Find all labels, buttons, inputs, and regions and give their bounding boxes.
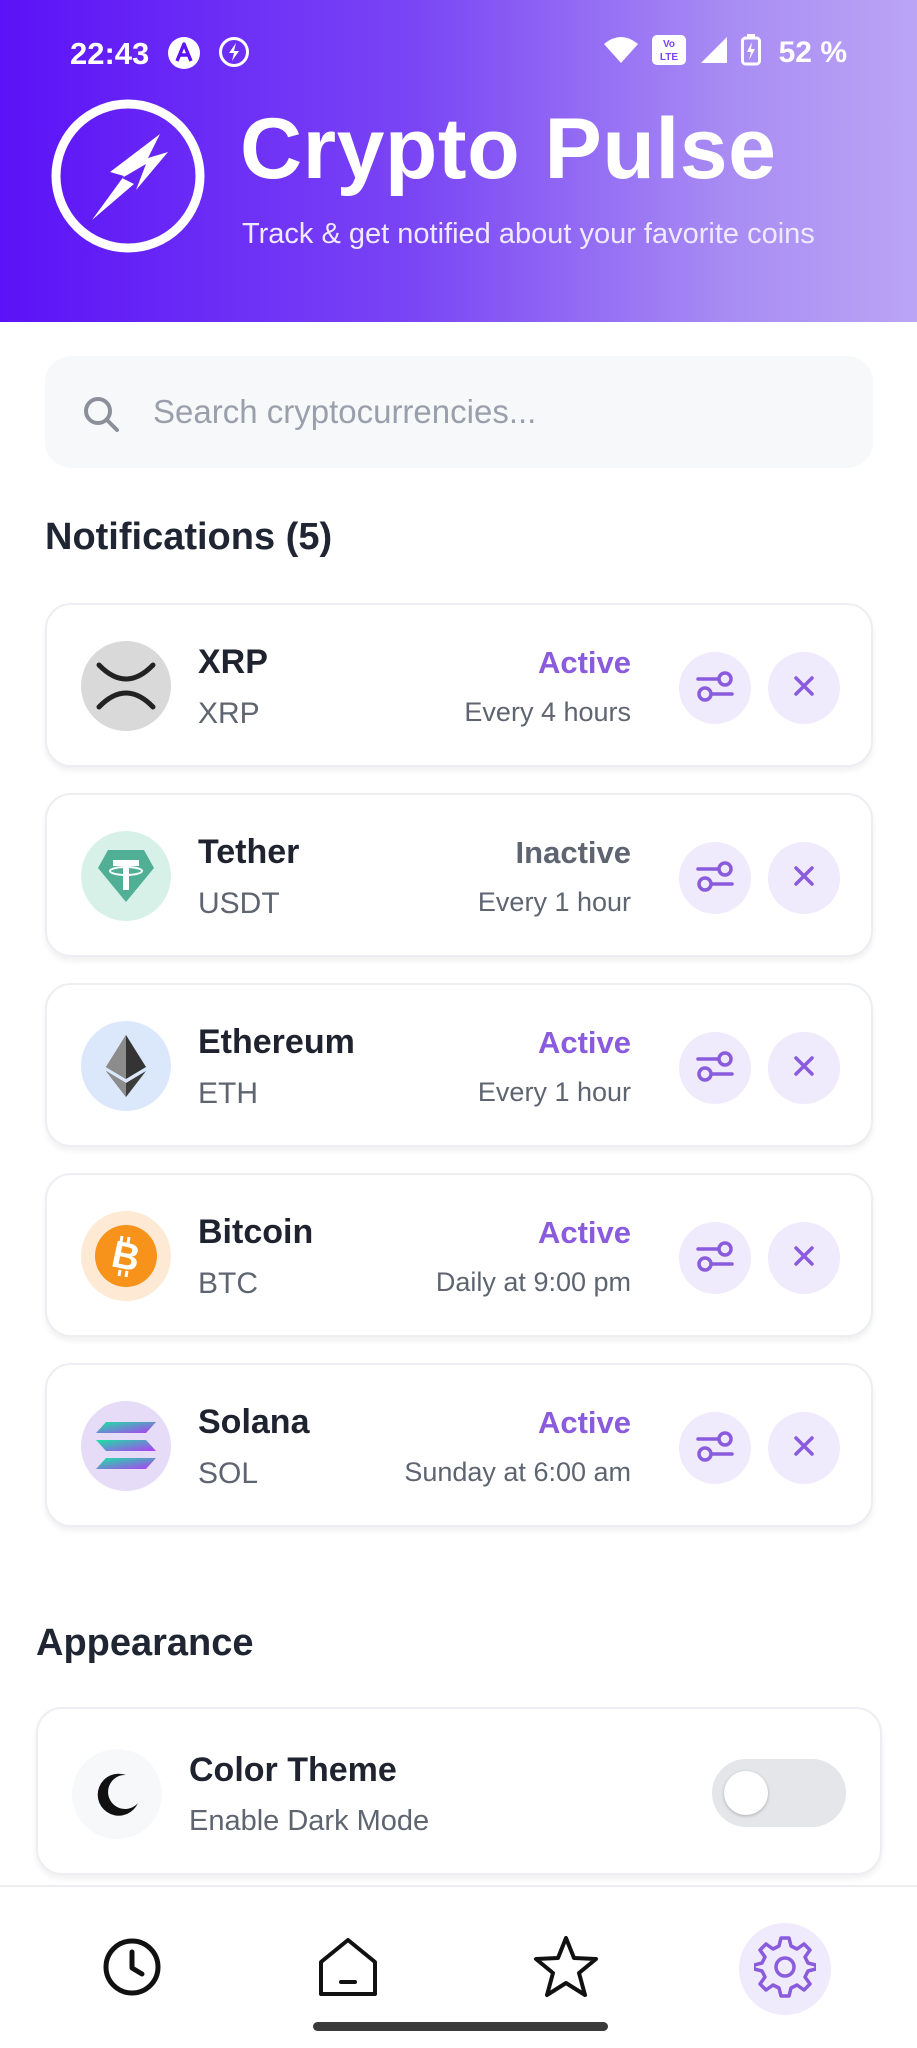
notification-frequency: Sunday at 6:00 am [404,1457,631,1487]
coin-name: Solana [198,1403,310,1441]
solana-icon [81,1401,171,1491]
nav-home[interactable] [302,1923,394,2015]
close-icon [792,674,816,703]
dark-mode-toggle[interactable] [712,1759,846,1827]
coin-symbol: ETH [198,1077,258,1110]
svg-text:LTE: LTE [660,52,678,63]
remove-notification-button[interactable] [768,1032,840,1104]
wifi-icon [603,36,639,69]
battery-percentage: 52 % [778,35,847,69]
coin-symbol: BTC [198,1267,258,1300]
notification-card-xrp[interactable]: XRP XRP Active Every 4 hours [45,603,873,767]
search-bar[interactable] [45,356,873,468]
notification-frequency: Daily at 9:00 pm [435,1267,631,1297]
bolt-notification-icon [218,36,250,73]
coin-name: Tether [198,833,300,871]
search-input[interactable] [153,356,833,468]
coin-name: XRP [198,643,268,681]
close-icon [792,1054,816,1083]
edit-notification-button[interactable] [679,842,751,914]
coin-symbol: XRP [198,697,260,730]
status-badge: Active [537,645,631,680]
close-icon [792,864,816,893]
edit-notification-button[interactable] [679,1222,751,1294]
remove-notification-button[interactable] [768,842,840,914]
sliders-icon [695,859,735,898]
remove-notification-button[interactable] [768,652,840,724]
status-bar: 22:43 Vo LTE 52 % [0,0,917,106]
app-subtitle: Track & get notified about your favorite… [242,218,815,250]
volte-icon: Vo LTE [651,34,687,71]
nav-settings[interactable] [739,1923,831,2015]
theme-title: Color Theme [189,1751,397,1789]
coin-symbol: SOL [198,1457,259,1490]
battery-icon [740,34,761,71]
notification-card-tether[interactable]: Tether USDT Inactive Every 1 hour [45,793,873,957]
theme-subtitle: Enable Dark Mode [189,1805,430,1837]
svg-text:Vo: Vo [663,39,675,50]
tether-icon [81,831,171,921]
close-icon [792,1244,816,1273]
home-indicator [313,2022,608,2031]
coin-name: Ethereum [198,1023,355,1061]
close-icon [792,1434,816,1463]
status-badge: Active [537,1025,631,1060]
home-icon [315,1934,381,2005]
sliders-icon [695,1239,735,1278]
notification-card-ethereum[interactable]: Ethereum ETH Active Every 1 hour [45,983,873,1147]
favorites-icon [532,1934,600,2005]
nav-history[interactable] [86,1923,178,2015]
sliders-icon [695,1429,735,1468]
coin-name: Bitcoin [198,1213,314,1251]
notification-frequency: Every 1 hour [477,887,631,917]
toggle-knob [724,1771,768,1815]
coin-symbol: USDT [198,887,280,920]
notifications-title: Notifications (5) [45,516,333,558]
notification-card-bitcoin[interactable]: B Bitcoin BTC Active Daily at 9:00 pm [45,1173,873,1337]
nav-favorites[interactable] [520,1923,612,2015]
ethereum-icon [81,1021,171,1111]
color-theme-card: Color Theme Enable Dark Mode [36,1707,882,1875]
bitcoin-icon: B [81,1211,171,1301]
remove-notification-button[interactable] [768,1222,840,1294]
moon-icon [72,1749,162,1839]
status-badge: Inactive [515,835,631,870]
status-time: 22:43 [70,36,150,71]
search-icon [81,394,121,439]
status-badge: Active [537,1405,631,1440]
status-badge: Active [537,1215,631,1250]
app-notification-icon [167,36,201,75]
edit-notification-button[interactable] [679,1032,751,1104]
history-icon [101,1936,163,2003]
sliders-icon [695,1049,735,1088]
xrp-icon [81,641,171,731]
signal-icon [699,35,729,70]
appearance-title: Appearance [36,1622,254,1664]
remove-notification-button[interactable] [768,1412,840,1484]
edit-notification-button[interactable] [679,1412,751,1484]
edit-notification-button[interactable] [679,652,751,724]
settings-icon [752,1935,818,2003]
notification-frequency: Every 1 hour [477,1077,631,1107]
app-title: Crypto Pulse [240,101,777,197]
sliders-icon [695,669,735,708]
notification-frequency: Every 4 hours [464,697,631,727]
app-header: 22:43 Vo LTE 52 % Crypto Pulse Track & g… [0,0,917,322]
app-logo [50,98,206,254]
notification-card-solana[interactable]: Solana SOL Active Sunday at 6:00 am [45,1363,873,1527]
